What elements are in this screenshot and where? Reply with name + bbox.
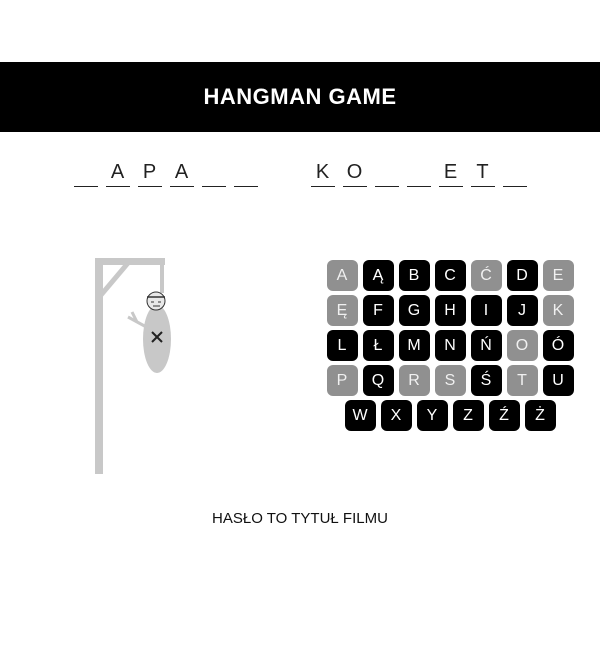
letter-key[interactable]: J xyxy=(506,295,538,326)
gallows-brace xyxy=(99,261,130,297)
letter-key[interactable]: B xyxy=(398,260,430,291)
letter-key[interactable]: N xyxy=(434,330,466,361)
letter-key[interactable]: Ł xyxy=(362,330,394,361)
letter-key: Ę xyxy=(326,295,358,326)
letter-key: O xyxy=(506,330,538,361)
puzzle-word: APA xyxy=(70,160,262,187)
letter-key: S xyxy=(434,365,466,396)
gallows-beam xyxy=(95,258,165,265)
letter-key[interactable]: Ą xyxy=(362,260,394,291)
letter-key[interactable]: H xyxy=(434,295,466,326)
letter-key[interactable]: L xyxy=(326,330,358,361)
letter-key[interactable]: Y xyxy=(416,400,448,431)
letter-slot xyxy=(406,160,431,187)
letter-key[interactable]: D xyxy=(506,260,538,291)
letter-slot xyxy=(502,160,527,187)
letter-key: E xyxy=(542,260,574,291)
letter-slot xyxy=(233,160,258,187)
letter-key: T xyxy=(506,365,538,396)
letter-slot: O xyxy=(342,160,367,187)
letter-key: R xyxy=(398,365,430,396)
letter-key: P xyxy=(326,365,358,396)
letter-key[interactable]: Ó xyxy=(542,330,574,361)
letter-key[interactable]: F xyxy=(362,295,394,326)
letter-key[interactable]: Ź xyxy=(488,400,520,431)
letter-key[interactable]: Ż xyxy=(524,400,556,431)
letter-slot: P xyxy=(137,160,162,187)
hangman-body xyxy=(143,305,171,373)
letter-key[interactable]: W xyxy=(344,400,376,431)
letter-slot xyxy=(374,160,399,187)
letter-key[interactable]: G xyxy=(398,295,430,326)
letter-key[interactable]: I xyxy=(470,295,502,326)
letter-slot: T xyxy=(470,160,495,187)
hangman-drawing xyxy=(95,258,171,474)
letter-key: K xyxy=(542,295,574,326)
letter-key[interactable]: C xyxy=(434,260,466,291)
letter-slot: A xyxy=(169,160,194,187)
hint-text: HASŁO TO TYTUŁ FILMU xyxy=(212,510,388,527)
hangman-head xyxy=(146,291,166,311)
puzzle-word: KO ET xyxy=(307,160,531,187)
letter-key[interactable]: U xyxy=(542,365,574,396)
letter-key[interactable]: Q xyxy=(362,365,394,396)
letter-slot: A xyxy=(105,160,130,187)
letter-key[interactable]: X xyxy=(380,400,412,431)
letter-key[interactable]: M xyxy=(398,330,430,361)
letter-slot: K xyxy=(310,160,335,187)
letter-keyboard: AĄBCĆDE ĘFGHIJK LŁMNŃOÓ PQRSŚTU WXYZŹŻ xyxy=(320,258,580,433)
puzzle-display: APA KO ET xyxy=(0,160,600,187)
letter-key: Ć xyxy=(470,260,502,291)
header-bar: HANGMAN GAME xyxy=(0,62,600,132)
game-title: HANGMAN GAME xyxy=(203,84,397,109)
letter-key[interactable]: Z xyxy=(452,400,484,431)
letter-key[interactable]: Ń xyxy=(470,330,502,361)
letter-key: A xyxy=(326,260,358,291)
letter-key[interactable]: Ś xyxy=(470,365,502,396)
letter-slot xyxy=(201,160,226,187)
letter-slot xyxy=(73,160,98,187)
letter-slot: E xyxy=(438,160,463,187)
